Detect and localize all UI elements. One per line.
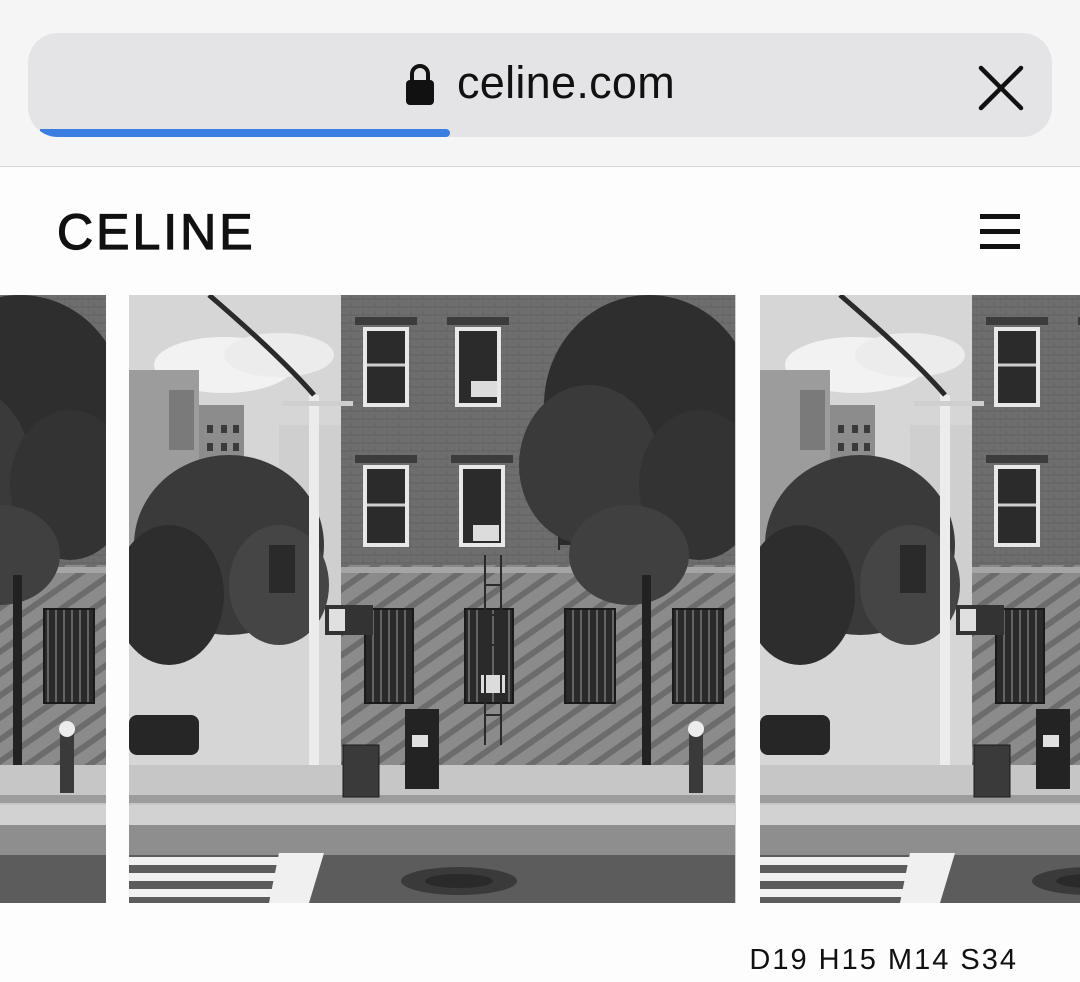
address-bar[interactable]: celine.com — [28, 33, 1052, 137]
street-scene-image — [760, 295, 1080, 903]
brand-logo[interactable]: CELINE — [56, 203, 256, 260]
address-bar-content: celine.com — [28, 33, 1052, 133]
browser-chrome: celine.com — [0, 0, 1080, 167]
lock-icon — [405, 64, 434, 105]
carousel-slide-previous[interactable] — [0, 295, 106, 903]
carousel-slide-next[interactable] — [760, 295, 1080, 903]
image-carousel[interactable] — [0, 295, 1080, 903]
close-icon[interactable] — [978, 65, 1024, 111]
page-load-progress-fill — [40, 129, 450, 137]
street-scene-image — [129, 295, 735, 903]
site-header: CELINE — [0, 167, 1080, 295]
page-load-progress — [28, 129, 1052, 137]
street-scene-image — [0, 295, 106, 903]
hamburger-menu-icon[interactable] — [980, 214, 1020, 250]
carousel-slide-current[interactable] — [129, 295, 736, 903]
countdown-timer: D19 H15 M14 S34 — [749, 944, 1018, 976]
url-text[interactable]: celine.com — [457, 57, 675, 109]
